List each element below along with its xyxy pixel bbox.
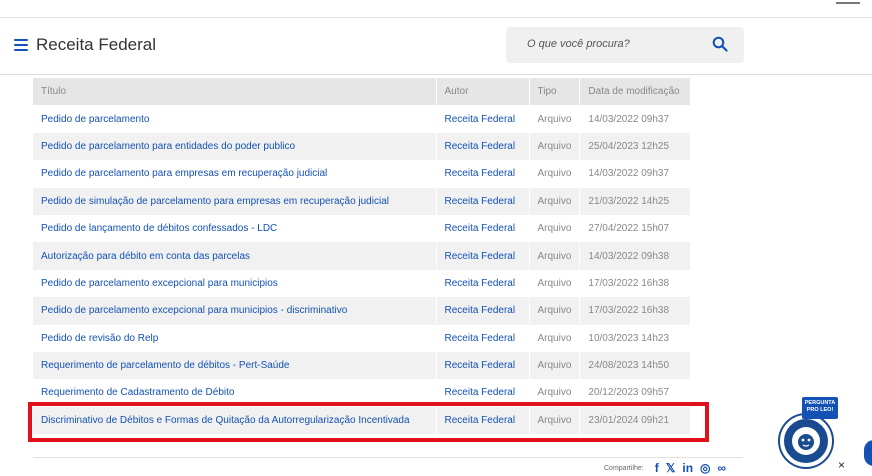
- document-type: Arquivo: [529, 214, 581, 243]
- author-link[interactable]: Receita Federal: [436, 269, 530, 298]
- assistant-avatar-icon[interactable]: [780, 415, 832, 467]
- share-bar: Compartilhe: f 𝕏 in ◎ ∞: [604, 462, 726, 474]
- search-box[interactable]: O que você procura?: [506, 27, 744, 63]
- table-row: Pedido de revisão do Relp Receita Federal…: [33, 324, 692, 352]
- modified-date: 21/03/2022 14h25: [579, 187, 692, 215]
- author-link[interactable]: Receita Federal: [436, 187, 530, 215]
- table-row: Requerimento de parcelamento de débitos …: [33, 351, 692, 380]
- linkedin-icon[interactable]: in: [682, 462, 693, 474]
- document-title-link[interactable]: Pedido de parcelamento para entidades do…: [33, 132, 437, 161]
- modified-date: 17/03/2022 16h38: [579, 297, 692, 325]
- document-type: Arquivo: [529, 160, 581, 188]
- whatsapp-icon[interactable]: ◎: [700, 462, 710, 474]
- table-row: Pedido de parcelamento excepcional para …: [33, 269, 692, 298]
- document-type: Arquivo: [529, 105, 581, 133]
- accessibility-icon[interactable]: [864, 440, 872, 466]
- document-title-link[interactable]: Pedido de simulação de parcelamento para…: [33, 187, 437, 215]
- document-type: Arquivo: [529, 132, 581, 161]
- table-header-row: Título Autor Tipo Data de modificação: [33, 78, 692, 106]
- table-row: Pedido de parcelamento para entidades do…: [33, 132, 692, 161]
- document-type: Arquivo: [529, 242, 581, 270]
- modified-date: 14/03/2022 09h37: [579, 160, 692, 188]
- author-link[interactable]: Receita Federal: [436, 351, 530, 380]
- table-row: Autorização para débito em conta das par…: [33, 242, 692, 270]
- brand: Receita Federal: [14, 35, 156, 55]
- column-header-type[interactable]: Tipo: [529, 78, 581, 106]
- table-row: Pedido de parcelamento excepcional para …: [33, 297, 692, 325]
- documents-table: Título Autor Tipo Data de modificação Pe…: [33, 78, 692, 435]
- search-icon[interactable]: [712, 36, 728, 52]
- author-link[interactable]: Receita Federal: [436, 242, 530, 270]
- author-link[interactable]: Receita Federal: [436, 297, 530, 325]
- document-title-link[interactable]: Requerimento de parcelamento de débitos …: [33, 351, 437, 380]
- top-bar: [0, 0, 872, 18]
- document-type: Arquivo: [529, 351, 581, 380]
- author-link[interactable]: Receita Federal: [436, 105, 530, 133]
- modified-date: 10/03/2023 14h23: [579, 324, 692, 352]
- footer-divider: [33, 457, 743, 458]
- highlight-box: [28, 402, 709, 442]
- document-type: Arquivo: [529, 187, 581, 215]
- column-header-author[interactable]: Autor: [436, 78, 530, 106]
- assistant-badge[interactable]: PERGUNTA PRO LEO!: [802, 397, 838, 419]
- menu-icon[interactable]: [14, 39, 28, 51]
- header-divider: [0, 74, 872, 75]
- share-label: Compartilhe:: [604, 464, 644, 472]
- document-type: Arquivo: [529, 269, 581, 298]
- document-title-link[interactable]: Pedido de parcelamento: [33, 105, 437, 133]
- lion-icon: [792, 427, 820, 455]
- facebook-icon[interactable]: f: [655, 462, 659, 474]
- table-row: Pedido de parcelamento Receita Federal Arq…: [33, 105, 692, 133]
- document-type: Arquivo: [529, 324, 581, 352]
- table-row: Pedido de parcelamento para empresas em …: [33, 160, 692, 188]
- site-header: Receita Federal O que você procura?: [0, 19, 872, 73]
- modified-date: 24/08/2023 14h50: [579, 351, 692, 380]
- author-link[interactable]: Receita Federal: [436, 214, 530, 243]
- author-link[interactable]: Receita Federal: [436, 132, 530, 161]
- assistant-widget[interactable]: PERGUNTA PRO LEO!: [780, 397, 840, 467]
- author-link[interactable]: Receita Federal: [436, 160, 530, 188]
- table-row: Pedido de simulação de parcelamento para…: [33, 187, 692, 215]
- column-header-title[interactable]: Título: [33, 78, 437, 106]
- site-title[interactable]: Receita Federal: [36, 35, 156, 55]
- modified-date: 14/03/2022 09h38: [579, 242, 692, 270]
- table-row: Pedido de lançamento de débitos confessa…: [33, 214, 692, 243]
- document-title-link[interactable]: Pedido de revisão do Relp: [33, 324, 437, 352]
- document-title-link[interactable]: Pedido de parcelamento para empresas em …: [33, 160, 437, 188]
- search-input[interactable]: O que você procura?: [527, 38, 630, 50]
- document-title-link[interactable]: Pedido de parcelamento excepcional para …: [33, 269, 437, 298]
- column-header-date[interactable]: Data de modificação: [579, 78, 692, 106]
- modified-date: 14/03/2022 09h37: [579, 105, 692, 133]
- document-title-link[interactable]: Pedido de parcelamento excepcional para …: [33, 297, 437, 325]
- modified-date: 25/04/2023 12h25: [579, 132, 692, 161]
- close-icon[interactable]: ×: [838, 458, 845, 472]
- document-title-link[interactable]: Autorização para débito em conta das par…: [33, 242, 437, 270]
- modified-date: 17/03/2022 16h38: [579, 269, 692, 298]
- author-link[interactable]: Receita Federal: [436, 324, 530, 352]
- document-type: Arquivo: [529, 297, 581, 325]
- document-title-link[interactable]: Pedido de lançamento de débitos confessa…: [33, 214, 437, 243]
- x-icon[interactable]: 𝕏: [666, 462, 676, 474]
- link-icon[interactable]: ∞: [718, 462, 727, 474]
- modified-date: 27/04/2022 15h07: [579, 214, 692, 243]
- top-bar-control[interactable]: [836, 2, 860, 8]
